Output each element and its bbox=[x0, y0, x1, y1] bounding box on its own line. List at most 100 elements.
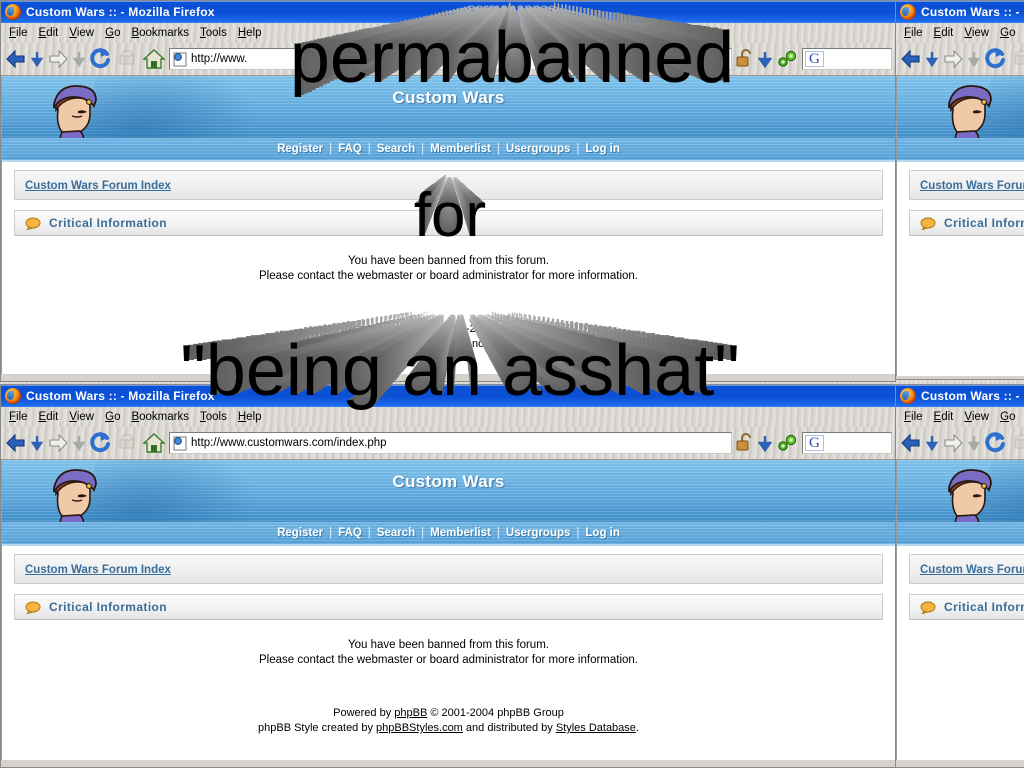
nav-search[interactable]: Search bbox=[377, 143, 415, 155]
breadcrumb[interactable]: Custom Wars Forum Index bbox=[909, 554, 1024, 584]
nav-login[interactable]: Log in bbox=[585, 143, 620, 155]
download-arrow-icon[interactable] bbox=[758, 47, 772, 71]
breadcrumb-link[interactable]: Custom Wars Forum Index bbox=[920, 180, 1024, 192]
breadcrumb[interactable]: Custom Wars Forum Index bbox=[909, 170, 1024, 200]
menu-file[interactable]: File bbox=[9, 27, 28, 39]
google-search-box[interactable]: G bbox=[802, 432, 892, 454]
back-dropdown-arrow-icon[interactable] bbox=[926, 47, 938, 71]
back-arrow-icon[interactable] bbox=[899, 431, 923, 455]
reload-icon[interactable] bbox=[88, 47, 112, 71]
nav-register[interactable]: Register bbox=[277, 527, 323, 539]
url-bar[interactable]: http://www. bbox=[169, 48, 732, 70]
gears-icon[interactable] bbox=[775, 47, 799, 71]
nav-faq[interactable]: FAQ bbox=[338, 527, 362, 539]
forward-arrow-icon[interactable] bbox=[46, 47, 70, 71]
phpbbstyles-link[interactable]: phpBBStyles.com bbox=[376, 338, 463, 350]
home-icon[interactable] bbox=[142, 47, 166, 71]
nav-memberlist[interactable]: Memberlist bbox=[430, 143, 491, 155]
menu-go[interactable]: Go bbox=[105, 27, 120, 39]
back-arrow-icon[interactable] bbox=[4, 47, 28, 71]
nav-memberlist[interactable]: Memberlist bbox=[430, 527, 491, 539]
navigation-toolbar[interactable]: http://www.customwars.com/index.php G bbox=[1, 427, 895, 460]
forum-nav[interactable]: Register | FAQ bbox=[897, 138, 1024, 162]
phpbb-link[interactable]: phpBB bbox=[394, 707, 427, 719]
menu-go[interactable]: Go bbox=[105, 411, 120, 423]
forward-arrow-icon[interactable] bbox=[46, 431, 70, 455]
reload-icon[interactable] bbox=[88, 431, 112, 455]
menu-bar[interactable]: File Edit View Go Boc bbox=[896, 23, 1024, 43]
nav-usergroups[interactable]: Usergroups bbox=[506, 143, 571, 155]
menu-file[interactable]: File bbox=[9, 411, 28, 423]
menu-bookmarks[interactable]: Bookmarks bbox=[131, 27, 189, 39]
reload-icon[interactable] bbox=[983, 47, 1007, 71]
nav-register[interactable]: Register bbox=[277, 143, 323, 155]
menu-view[interactable]: View bbox=[964, 411, 989, 423]
menu-go[interactable]: Go bbox=[1000, 27, 1015, 39]
top-left-window[interactable]: Custom Wars :: - Mozilla Firefox File Ed… bbox=[0, 0, 896, 382]
reload-icon[interactable] bbox=[983, 431, 1007, 455]
back-dropdown-arrow-icon[interactable] bbox=[31, 47, 43, 71]
forward-dropdown-arrow-icon[interactable] bbox=[73, 47, 85, 71]
bottom-left-window[interactable]: Custom Wars :: - Mozilla Firefox File Ed… bbox=[0, 384, 896, 768]
nav-search[interactable]: Search bbox=[377, 527, 415, 539]
top-right-window[interactable]: Custom Wars :: - File Edit View Go Boc bbox=[895, 0, 1024, 380]
forum-nav[interactable]: Register | FAQ | Search | Memberlist | U… bbox=[2, 138, 895, 162]
navigation-toolbar[interactable]: http://www. G bbox=[1, 43, 895, 76]
back-arrow-icon[interactable] bbox=[899, 47, 923, 71]
breadcrumb-link[interactable]: Custom Wars Forum Index bbox=[25, 180, 171, 192]
styles-database-link[interactable]: Styles Database bbox=[556, 338, 636, 350]
menu-bar[interactable]: File Edit View Go Boc bbox=[896, 407, 1024, 427]
forward-dropdown-arrow-icon[interactable] bbox=[968, 431, 980, 455]
nav-login[interactable]: Log in bbox=[585, 527, 620, 539]
menu-edit[interactable]: Edit bbox=[934, 27, 954, 39]
forward-arrow-icon[interactable] bbox=[941, 431, 965, 455]
menu-edit[interactable]: Edit bbox=[39, 411, 59, 423]
navigation-toolbar[interactable] bbox=[896, 43, 1024, 76]
menu-view[interactable]: View bbox=[69, 411, 94, 423]
breadcrumb[interactable]: Custom Wars Forum Index bbox=[14, 170, 883, 200]
forward-dropdown-arrow-icon[interactable] bbox=[968, 47, 980, 71]
breadcrumb-link[interactable]: Custom Wars Forum Index bbox=[920, 564, 1024, 576]
window-titlebar[interactable]: Custom Wars :: - Mozilla Firefox bbox=[1, 385, 895, 407]
menu-tools[interactable]: Tools bbox=[200, 411, 227, 423]
back-arrow-icon[interactable] bbox=[4, 431, 28, 455]
styles-database-link[interactable]: Styles Database bbox=[556, 722, 636, 734]
download-arrow-icon[interactable] bbox=[758, 431, 772, 455]
back-dropdown-arrow-icon[interactable] bbox=[31, 431, 43, 455]
menu-help[interactable]: Help bbox=[238, 27, 262, 39]
url-bar[interactable]: http://www.customwars.com/index.php bbox=[169, 432, 732, 454]
window-titlebar[interactable]: Custom Wars :: - Mozilla Firefox bbox=[1, 1, 895, 23]
menu-go[interactable]: Go bbox=[1000, 411, 1015, 423]
menu-bar[interactable]: File Edit View Go Bookmarks Tools Help bbox=[1, 23, 895, 43]
menu-bar[interactable]: File Edit View Go Bookmarks Tools Help bbox=[1, 407, 895, 427]
menu-bookmarks[interactable]: Bookmarks bbox=[131, 411, 189, 423]
gears-icon[interactable] bbox=[775, 431, 799, 455]
menu-file[interactable]: File bbox=[904, 411, 923, 423]
nav-faq[interactable]: FAQ bbox=[338, 143, 362, 155]
phpbb-link[interactable]: phpBB bbox=[394, 323, 427, 335]
menu-help[interactable]: Help bbox=[238, 411, 262, 423]
menu-edit[interactable]: Edit bbox=[934, 411, 954, 423]
breadcrumb[interactable]: Custom Wars Forum Index bbox=[14, 554, 883, 584]
navigation-toolbar[interactable] bbox=[896, 427, 1024, 460]
back-dropdown-arrow-icon[interactable] bbox=[926, 431, 938, 455]
menu-view[interactable]: View bbox=[964, 27, 989, 39]
home-icon[interactable] bbox=[142, 431, 166, 455]
forum-nav[interactable]: Register | FAQ bbox=[897, 522, 1024, 546]
menu-view[interactable]: View bbox=[69, 27, 94, 39]
menu-edit[interactable]: Edit bbox=[39, 27, 59, 39]
breadcrumb-link[interactable]: Custom Wars Forum Index bbox=[25, 564, 171, 576]
menu-tools[interactable]: Tools bbox=[200, 27, 227, 39]
window-titlebar[interactable]: Custom Wars :: - bbox=[896, 1, 1024, 23]
window-titlebar[interactable]: Custom Wars :: - bbox=[896, 385, 1024, 407]
forward-arrow-icon[interactable] bbox=[941, 47, 965, 71]
bottom-right-window[interactable]: Custom Wars :: - File Edit View Go Boc bbox=[895, 384, 1024, 768]
padlock-icon[interactable] bbox=[735, 431, 755, 455]
menu-file[interactable]: File bbox=[904, 27, 923, 39]
nav-usergroups[interactable]: Usergroups bbox=[506, 527, 571, 539]
forward-dropdown-arrow-icon[interactable] bbox=[73, 431, 85, 455]
phpbbstyles-link[interactable]: phpBBStyles.com bbox=[376, 722, 463, 734]
google-search-box[interactable]: G bbox=[802, 48, 892, 70]
padlock-icon[interactable] bbox=[735, 47, 755, 71]
forum-nav[interactable]: Register | FAQ | Search | Memberlist | U… bbox=[2, 522, 895, 546]
